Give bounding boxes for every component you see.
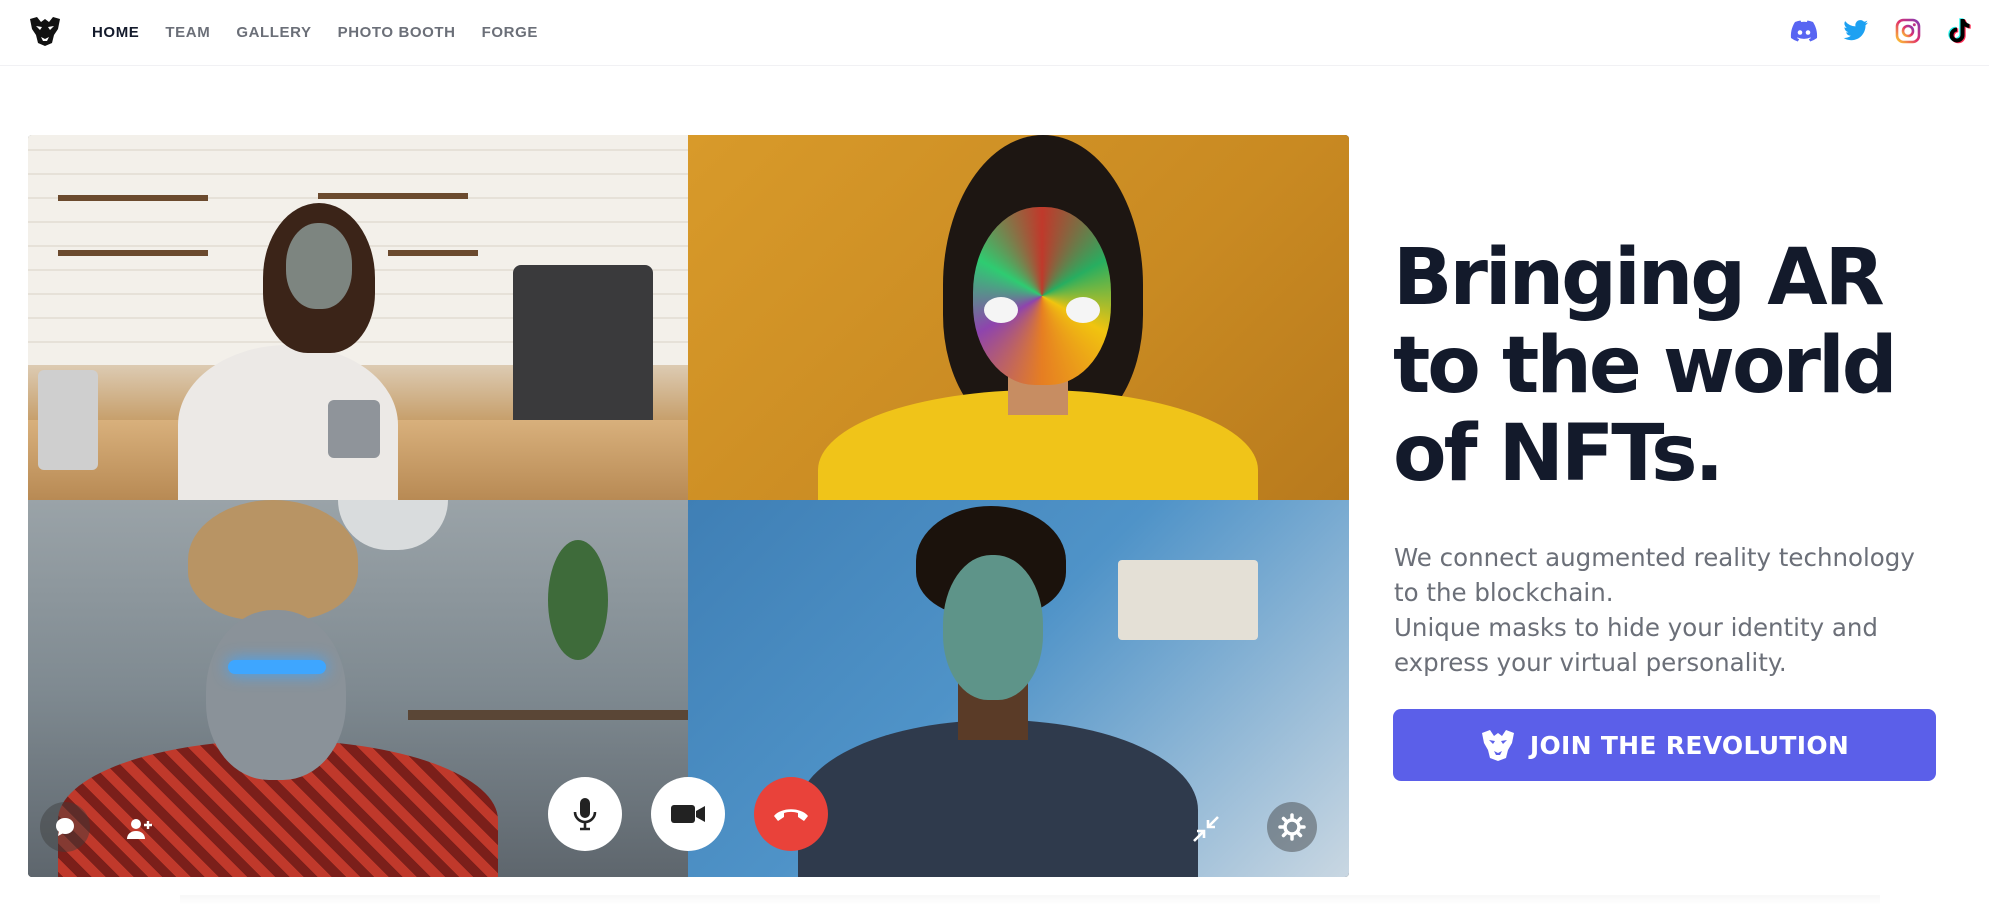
ar-mask-logo-icon[interactable] <box>28 15 62 47</box>
section-divider <box>180 895 1880 905</box>
nav-photo-booth-link[interactable]: PHOTO BOOTH <box>338 24 456 41</box>
tiktok-icon[interactable] <box>1945 16 1975 46</box>
video-call-preview <box>28 135 1349 877</box>
chat-icon <box>56 818 74 836</box>
hero-description: We connect augmented reality technology … <box>1394 540 1934 680</box>
nav-forge-link[interactable]: FORGE <box>482 24 538 41</box>
chat-button[interactable] <box>40 802 90 852</box>
hero-description-line-3: Unique masks to hide your identity and <box>1394 613 1878 642</box>
join-the-revolution-button[interactable]: JOIN THE REVOLUTION <box>1393 709 1936 781</box>
instagram-icon[interactable] <box>1893 16 1923 46</box>
mask-icon <box>1481 730 1514 761</box>
twitter-icon[interactable] <box>1841 16 1871 46</box>
end-call-icon <box>774 809 808 821</box>
hero-description-line-2: to the blockchain. <box>1394 578 1614 607</box>
hero-headline-line-1: Bringing AR <box>1393 233 1885 323</box>
minimize-icon <box>1193 816 1219 842</box>
settings-button[interactable] <box>1267 802 1317 852</box>
hero-headline: Bringing AR to the world of NFTs. <box>1393 234 1933 498</box>
camera-button[interactable] <box>651 777 725 851</box>
hero-headline-line-2: to the world <box>1393 321 1898 411</box>
cta-label: JOIN THE REVOLUTION <box>1529 730 1850 760</box>
nav-gallery-link[interactable]: GALLERY <box>236 24 311 41</box>
hero-description-line-1: We connect augmented reality technology <box>1394 543 1915 572</box>
nav-team-link[interactable]: TEAM <box>165 24 210 41</box>
discord-icon[interactable] <box>1789 16 1819 46</box>
add-person-icon <box>127 819 152 839</box>
hero-description-line-4: express your virtual personality. <box>1394 648 1787 677</box>
nav-home-link[interactable]: HOME <box>92 24 139 41</box>
microphone-button[interactable] <box>548 777 622 851</box>
end-call-button[interactable] <box>754 777 828 851</box>
participant-tile-kitchen <box>28 135 688 500</box>
participant-tile-yellow <box>688 135 1349 500</box>
top-navigation: HOME TEAM GALLERY PHOTO BOOTH FORGE <box>0 0 1989 66</box>
hero-headline-line-3: of NFTs. <box>1393 409 1724 499</box>
video-camera-icon <box>671 805 705 823</box>
main-menu: HOME TEAM GALLERY PHOTO BOOTH FORGE <box>92 24 538 41</box>
microphone-icon <box>573 798 597 831</box>
add-person-button[interactable] <box>118 807 162 851</box>
minimize-button[interactable] <box>1184 807 1228 851</box>
settings-gear-icon <box>1278 813 1306 841</box>
social-links <box>1789 16 1975 46</box>
